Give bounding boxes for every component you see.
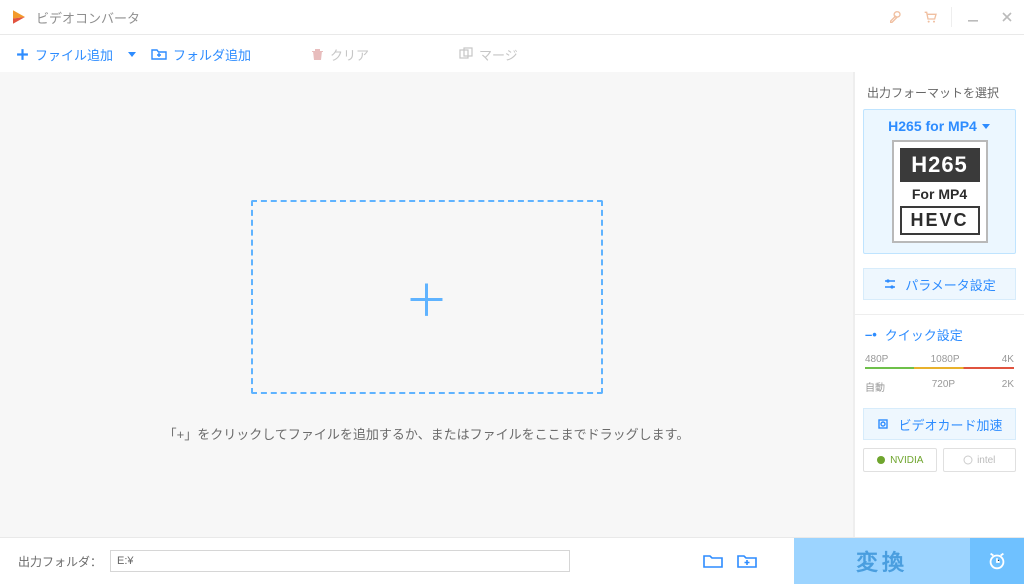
convert-button[interactable]: 変換 [794, 538, 970, 584]
folder-plus-icon [151, 47, 167, 61]
stage: ＋ 「+」をクリックしてファイルを追加するか、またはファイルをここまでドラッグし… [0, 72, 853, 538]
footer: 出力フォルダ： E:¥ 変換 [0, 537, 1024, 584]
q-auto: 自動 [865, 379, 885, 394]
format-name: H265 for MP4 [888, 118, 977, 134]
close-button[interactable] [990, 0, 1024, 34]
merge-button[interactable]: マージ [449, 35, 528, 73]
parameter-settings-button[interactable]: パラメータ設定 [863, 268, 1016, 300]
add-file-dropdown[interactable] [123, 49, 141, 59]
merge-icon [459, 47, 473, 61]
chip-icon [876, 417, 890, 431]
quick-settings-header: –• クイック設定 [865, 325, 1016, 344]
cart-icon[interactable] [913, 0, 947, 34]
add-folder-label: フォルダ追加 [173, 45, 251, 64]
add-folder-footer-button[interactable] [730, 544, 764, 578]
dropzone-hint: 「+」をクリックしてファイルを追加するか、またはファイルをここまでドラッグします… [164, 424, 690, 443]
add-folder-button[interactable]: フォルダ追加 [141, 35, 261, 73]
gpu-accel-button[interactable]: ビデオカード加速 [863, 408, 1016, 440]
format-card[interactable]: H265 for MP4 H265 For MP4 HEVC [863, 109, 1016, 254]
quality-row-top: 480P 1080P 4K [863, 354, 1016, 365]
dropzone-plus-icon: ＋ [405, 265, 449, 329]
q-2k: 2K [1002, 379, 1014, 394]
plus-icon [16, 48, 29, 61]
chevron-down-icon [981, 118, 991, 134]
quality-slider[interactable] [865, 367, 1014, 369]
q-4k: 4K [1002, 354, 1014, 365]
body: ＋ 「+」をクリックしてファイルを追加するか、またはファイルをここまでドラッグし… [0, 72, 1024, 538]
open-folder-button[interactable] [696, 544, 730, 578]
dropzone[interactable]: ＋ [251, 200, 603, 394]
intel-tag[interactable]: intel [943, 448, 1017, 472]
clear-button[interactable]: クリア [301, 35, 379, 73]
nvidia-tag[interactable]: NVIDIA [863, 448, 937, 472]
format-selector[interactable]: H265 for MP4 [870, 116, 1009, 140]
output-folder-label: 出力フォルダ： [18, 553, 102, 570]
add-file-button[interactable]: ファイル追加 [6, 35, 123, 73]
q-480p: 480P [865, 354, 888, 365]
format-badge-for: For MP4 [894, 184, 986, 206]
trash-icon [311, 47, 324, 61]
format-badge-main: H265 [900, 148, 980, 182]
format-badge: H265 For MP4 HEVC [892, 140, 988, 243]
quick-settings-label: クイック設定 [885, 325, 963, 344]
q-1080p: 1080P [931, 354, 960, 365]
parameter-settings-label: パラメータ設定 [905, 275, 996, 294]
side-panel: 出力フォーマットを選択 H265 for MP4 H265 For MP4 HE… [853, 72, 1024, 538]
format-badge-hevc: HEVC [900, 206, 980, 235]
q-720p: 720P [932, 379, 955, 394]
minimize-button[interactable] [956, 0, 990, 34]
key-icon[interactable] [879, 0, 913, 34]
merge-label: マージ [479, 45, 518, 64]
schedule-button[interactable] [970, 538, 1024, 584]
output-folder-input[interactable]: E:¥ [110, 550, 570, 572]
side-title: 出力フォーマットを選択 [867, 84, 1016, 101]
app-logo-icon [10, 8, 28, 26]
toolbar: ファイル追加 フォルダ追加 クリア マージ [0, 35, 1024, 74]
gpu-vendors: NVIDIA intel [863, 448, 1016, 472]
titlebar: ビデオコンバータ [0, 0, 1024, 35]
clear-label: クリア [330, 45, 369, 64]
gpu-accel-label: ビデオカード加速 [898, 415, 1002, 434]
app-title: ビデオコンバータ [36, 8, 140, 27]
add-file-label: ファイル追加 [35, 45, 113, 64]
sliders-icon [883, 277, 897, 291]
quality-row-bottom: 自動 720P 2K [863, 379, 1016, 394]
bullet-icon: –• [865, 327, 877, 342]
